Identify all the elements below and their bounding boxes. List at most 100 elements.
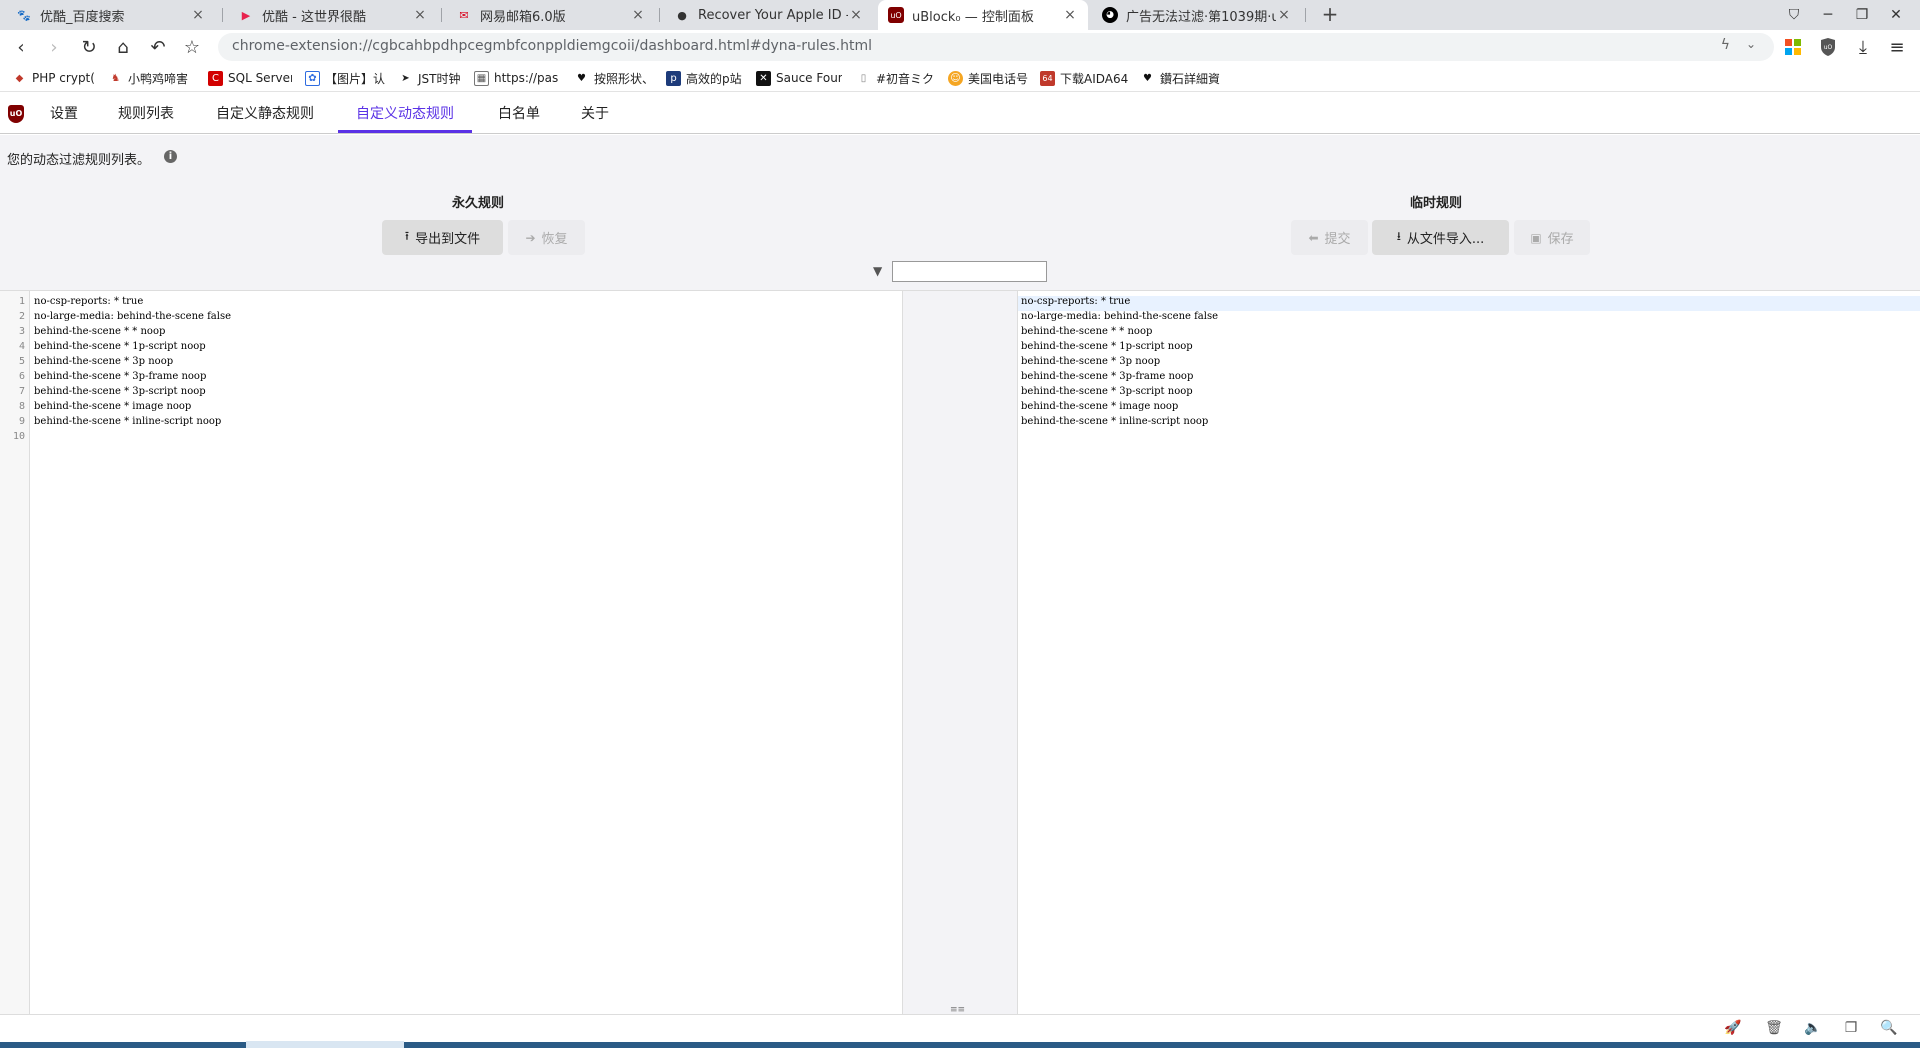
temporary-rule-line[interactable]: behind-the-scene * 3p-frame noop: [1021, 371, 1193, 382]
export-button[interactable]: ⭱ 导出到文件: [382, 220, 503, 255]
commit-button[interactable]: ⬅ 提交: [1291, 220, 1368, 255]
rocket-icon[interactable]: 🚀: [1724, 1020, 1742, 1038]
menu-icon[interactable]: ≡: [1884, 34, 1910, 60]
browser-tab[interactable]: ● Recover Your Apple ID - Ap ×: [664, 0, 874, 30]
temporary-rule-line[interactable]: no-large-media: behind-the-scene false: [1021, 311, 1218, 322]
tab-about[interactable]: 关于: [563, 96, 627, 133]
info-icon[interactable]: i: [164, 150, 177, 163]
php-icon: ◆: [15, 72, 24, 84]
trash-icon[interactable]: 🗑: [1765, 1020, 1783, 1038]
close-window-icon[interactable]: ✕: [1878, 0, 1914, 30]
line-number: 5: [18, 356, 25, 367]
bookmark-item[interactable]: C SQL Server: [208, 68, 292, 88]
tab-filter-lists[interactable]: 规则列表: [100, 96, 192, 133]
bookmark-item[interactable]: p 高效的p站: [666, 68, 742, 88]
restore-icon[interactable]: ❐: [1844, 0, 1880, 30]
page-icon: ▯: [860, 72, 867, 84]
bookmark-item[interactable]: 64 下载AIDA64: [1040, 68, 1130, 88]
browser-tab[interactable]: ◕ 广告无法过滤·第1039期·uBloc ×: [1092, 0, 1302, 30]
close-icon[interactable]: ×: [190, 7, 206, 23]
permanent-rule-line[interactable]: behind-the-scene * 1p-script noop: [34, 341, 206, 352]
permanent-rule-line[interactable]: behind-the-scene * 3p-frame noop: [34, 371, 206, 382]
taskbar-active-app[interactable]: [246, 1041, 404, 1048]
smile-icon: ☺: [948, 70, 963, 86]
permanent-rule-line[interactable]: no-csp-reports: * true: [34, 296, 143, 307]
speaker-icon[interactable]: 🔈: [1804, 1020, 1822, 1038]
line-number: 1: [18, 296, 25, 307]
address-text[interactable]: chrome-extension://cgbcahbpdhpcegmbfconp…: [232, 38, 872, 54]
close-icon[interactable]: ×: [412, 7, 428, 23]
paw-icon: 🐾: [17, 8, 31, 22]
bookmark-item[interactable]: ▯ #初音ミク: [856, 68, 936, 88]
bookmark-item[interactable]: ◆ PHP crypt(): [12, 68, 96, 88]
home-icon[interactable]: ⌂: [110, 34, 136, 60]
temporary-rule-line[interactable]: behind-the-scene * image noop: [1021, 401, 1178, 412]
temporary-rule-line[interactable]: behind-the-scene * 3p-script noop: [1021, 386, 1193, 397]
heart-icon: ♥: [1143, 72, 1152, 84]
close-icon[interactable]: ×: [1276, 7, 1292, 23]
ublock-extension-icon[interactable]: uO: [1815, 34, 1841, 60]
bookmark-item[interactable]: ➤ JST时钟: [398, 68, 468, 88]
permanent-rule-line[interactable]: behind-the-scene * 3p noop: [34, 356, 173, 367]
tab-my-rules[interactable]: 自定义动态规则: [338, 96, 472, 133]
temporary-rule-line[interactable]: behind-the-scene * 3p noop: [1021, 356, 1160, 367]
import-button[interactable]: ⭳ 从文件导入...: [1372, 220, 1509, 255]
browser-tab-active[interactable]: uO uBlock₀ — 控制面板 ×: [878, 0, 1088, 30]
address-bar[interactable]: chrome-extension://cgbcahbpdhpcegmbfconp…: [218, 33, 1774, 61]
x-icon: ✕: [756, 70, 771, 86]
browser-tab[interactable]: ✉ 网易邮箱6.0版 ×: [446, 0, 656, 30]
star-icon[interactable]: ☆: [179, 34, 205, 60]
temporary-rule-line[interactable]: behind-the-scene * * noop: [1021, 326, 1152, 337]
baidu-icon: ✿: [305, 70, 320, 86]
bookmark-item[interactable]: ✕ Sauce Foun: [756, 68, 842, 88]
tab-title: 网易邮箱6.0版: [480, 9, 566, 25]
bookmark-item[interactable]: ▦ https://pas: [474, 68, 558, 88]
reload-icon[interactable]: ↻: [76, 34, 102, 60]
close-icon[interactable]: ×: [630, 7, 646, 23]
bookmark-label: 下载AIDA64: [1060, 71, 1129, 86]
browser-tab[interactable]: ▶ 优酷 - 这世界很酷 ×: [228, 0, 438, 30]
revert-button[interactable]: ➔ 恢复: [508, 220, 585, 255]
tab-search-icon[interactable]: ⛉: [1776, 0, 1812, 30]
window-icon[interactable]: ❐: [1842, 1020, 1860, 1038]
bookmark-label: PHP crypt(): [32, 71, 96, 85]
zoom-icon[interactable]: 🔍: [1880, 1020, 1898, 1038]
bookmark-item[interactable]: ✿ 【图片】认: [305, 68, 385, 88]
rule-filter-input[interactable]: [892, 261, 1047, 282]
back-icon[interactable]: ‹: [8, 34, 34, 60]
temporary-rule-line[interactable]: behind-the-scene * inline-script noop: [1021, 416, 1208, 427]
forward-icon[interactable]: ›: [41, 34, 67, 60]
temporary-rules-title: 临时规则: [1410, 196, 1463, 211]
permanent-rule-line[interactable]: behind-the-scene * 3p-script noop: [34, 386, 206, 397]
close-icon[interactable]: ×: [1062, 7, 1078, 23]
permanent-rule-line[interactable]: behind-the-scene * inline-script noop: [34, 416, 221, 427]
download-icon[interactable]: ⤓: [1850, 34, 1876, 60]
undo-icon[interactable]: ↶: [145, 34, 171, 60]
new-tab-button[interactable]: +: [1318, 3, 1342, 27]
bookmark-label: 鑽石詳細資: [1160, 71, 1221, 86]
temporary-rule-line[interactable]: no-csp-reports: * true: [1021, 296, 1130, 307]
tab-my-filters[interactable]: 自定义静态规则: [198, 96, 332, 133]
line-number: 10: [12, 431, 25, 442]
bookmark-item[interactable]: ♞ 小鸭鸡啼害: [108, 68, 192, 88]
permanent-rule-line[interactable]: no-large-media: behind-the-scene false: [34, 311, 231, 322]
sql-icon: C: [208, 70, 223, 86]
browser-tab[interactable]: 🐾 优酷_百度搜索 ×: [6, 0, 216, 30]
apps-icon[interactable]: [1780, 34, 1806, 60]
pixiv-icon: p: [666, 70, 681, 86]
minimize-icon[interactable]: ─: [1810, 0, 1846, 30]
close-icon[interactable]: ×: [848, 7, 864, 23]
save-button[interactable]: ▣ 保存: [1514, 220, 1590, 255]
lightning-icon[interactable]: ϟ: [1721, 37, 1730, 53]
tab-whitelist[interactable]: 白名单: [480, 96, 558, 133]
chevron-down-icon[interactable]: ⌄: [1746, 37, 1756, 51]
temporary-rule-line[interactable]: behind-the-scene * 1p-script noop: [1021, 341, 1193, 352]
bookmark-item[interactable]: ♥ 鑽石詳細資: [1140, 68, 1222, 88]
tab-settings[interactable]: 设置: [32, 96, 96, 133]
permanent-rule-line[interactable]: behind-the-scene * * noop: [34, 326, 165, 337]
arrow-right-icon: ➔: [525, 230, 536, 245]
rules-editors: 1 2 3 4 5 6 7 8 9 10 no-csp-reports: * true no-lar…: [0, 290, 1920, 1015]
bookmark-item[interactable]: ☺ 美国电话号: [948, 68, 1028, 88]
permanent-rule-line[interactable]: behind-the-scene * image noop: [34, 401, 191, 412]
bookmark-item[interactable]: ♥ 按照形状、: [574, 68, 654, 88]
